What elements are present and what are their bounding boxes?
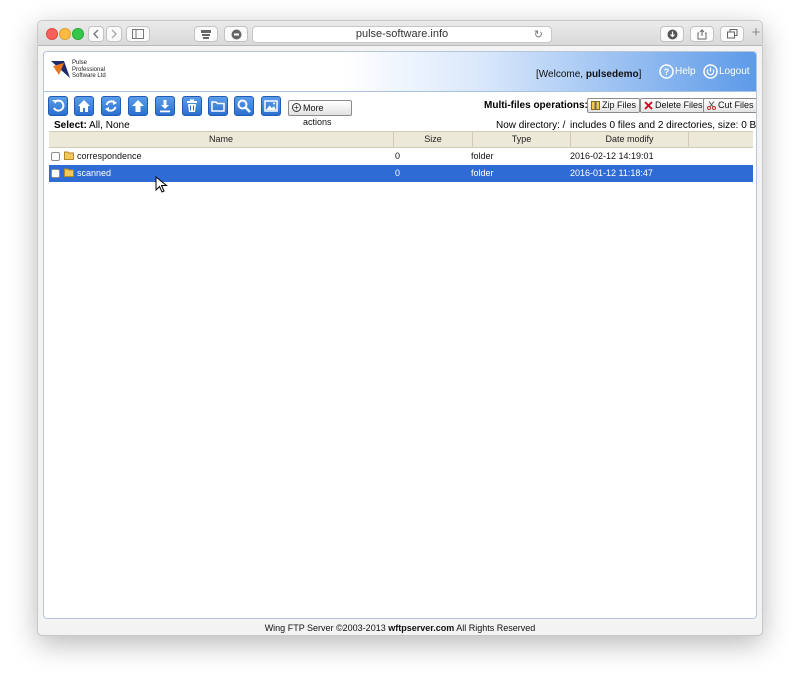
refresh-button[interactable] [101, 96, 121, 116]
delete-button[interactable] [182, 96, 202, 116]
scissors-icon [707, 101, 716, 110]
pulse-logo-icon [51, 61, 70, 78]
plus-circle-icon: + [292, 103, 301, 112]
close-window-button[interactable] [46, 28, 58, 40]
app-header: Pulse Professional Software Ltd [Welcome… [44, 52, 756, 92]
zip-icon [591, 101, 600, 110]
tabs-overview-button[interactable] [720, 26, 744, 42]
url-text: pulse-software.info [355, 28, 449, 40]
zip-files-button[interactable]: Zip Files [587, 98, 641, 113]
footer-site-link[interactable]: wftpserver.com [388, 623, 454, 633]
search-icon [237, 99, 251, 113]
column-header-type[interactable]: Type [473, 132, 571, 148]
sidebar-toggle-button[interactable] [126, 26, 150, 42]
select-controls: Select: All, None [54, 120, 130, 131]
row-type: folder [471, 168, 494, 178]
download-button[interactable] [155, 96, 175, 116]
select-none-link[interactable]: None [106, 120, 130, 131]
help-link[interactable]: ? Help [659, 64, 696, 79]
row-checkbox[interactable] [51, 169, 60, 178]
browser-window: pulse-software.info ↻ + Pulse Profession… [37, 20, 763, 636]
multi-files-label: Multi-files operations: [484, 100, 588, 111]
upload-button[interactable] [128, 96, 148, 116]
home-button[interactable] [74, 96, 94, 116]
delete-x-icon [644, 101, 653, 110]
page-content: Pulse Professional Software Ltd [Welcome… [43, 51, 757, 619]
trash-icon [187, 99, 197, 112]
page-footer: Wing FTP Server ©2003-2013 wftpserver.co… [264, 623, 536, 633]
row-checkbox[interactable] [51, 152, 60, 161]
new-folder-button[interactable] [208, 96, 228, 116]
refresh-icon [105, 100, 117, 112]
column-header-size[interactable]: Size [394, 132, 473, 148]
image-icon [264, 100, 278, 112]
row-size: 0 [395, 168, 401, 178]
extension-icon [201, 30, 211, 39]
adblock-icon [231, 29, 241, 40]
downloads-button[interactable] [660, 26, 684, 42]
mouse-cursor-icon [155, 176, 168, 193]
back-button[interactable] [48, 96, 68, 116]
row-size: 0 [395, 151, 401, 161]
cut-files-button[interactable]: Cut Files [703, 98, 756, 113]
table-row[interactable]: correspondence 0 folder 2016-02-12 14:19… [49, 148, 753, 165]
home-icon [78, 100, 90, 112]
select-all-link[interactable]: All [89, 120, 100, 131]
chevron-left-icon [93, 29, 99, 39]
delete-files-button[interactable]: Delete Files [640, 98, 707, 113]
search-button[interactable] [234, 96, 254, 116]
back-nav-button[interactable] [88, 26, 104, 42]
back-icon [52, 99, 65, 112]
folder-icon [211, 101, 225, 112]
adblock-button[interactable] [224, 26, 248, 42]
logo-text: Pulse Professional Software Ltd [72, 60, 106, 79]
share-icon [697, 29, 707, 40]
browser-titlebar: pulse-software.info ↻ + [38, 21, 762, 46]
forward-nav-button[interactable] [106, 26, 122, 42]
current-directory: Now directory: / [496, 120, 566, 131]
maximize-window-button[interactable] [72, 28, 84, 40]
folder-icon [64, 168, 74, 177]
help-icon: ? [659, 64, 674, 79]
power-icon [703, 64, 718, 79]
row-date: 2016-02-12 14:19:01 [570, 151, 654, 161]
row-name[interactable]: correspondence [77, 148, 142, 165]
new-tab-icon[interactable]: + [749, 24, 762, 42]
row-date: 2016-01-12 11:18:47 [570, 168, 653, 178]
download-icon [160, 100, 170, 113]
download-circle-icon [667, 29, 677, 40]
directory-summary: includes 0 files and 2 directories, size… [570, 120, 757, 131]
welcome-message: [Welcome, pulsedemo] [536, 69, 642, 80]
table-header: Name Size Type Date modify [49, 131, 753, 148]
svg-text:?: ? [664, 67, 670, 77]
logout-link[interactable]: Logout [703, 64, 750, 79]
minimize-window-button[interactable] [59, 28, 71, 40]
folder-icon [64, 151, 74, 160]
reload-icon[interactable]: ↻ [534, 28, 543, 43]
row-name[interactable]: scanned [77, 165, 111, 182]
share-button[interactable] [690, 26, 714, 42]
extension-button[interactable] [194, 26, 218, 42]
company-logo: Pulse Professional Software Ltd [50, 58, 120, 86]
tabs-icon [726, 29, 737, 39]
upload-icon [132, 100, 144, 112]
username: pulsedemo [585, 69, 639, 80]
column-header-date[interactable]: Date modify [571, 132, 689, 148]
column-header-name[interactable]: Name [49, 132, 394, 148]
address-bar[interactable]: pulse-software.info ↻ [252, 26, 552, 43]
sidebar-icon [132, 29, 144, 39]
chevron-right-icon [111, 29, 117, 39]
row-type: folder [471, 151, 494, 161]
more-actions-button[interactable]: + More actions [288, 100, 352, 127]
image-view-button[interactable] [261, 96, 281, 116]
file-table: Name Size Type Date modify correspondenc… [49, 131, 753, 182]
